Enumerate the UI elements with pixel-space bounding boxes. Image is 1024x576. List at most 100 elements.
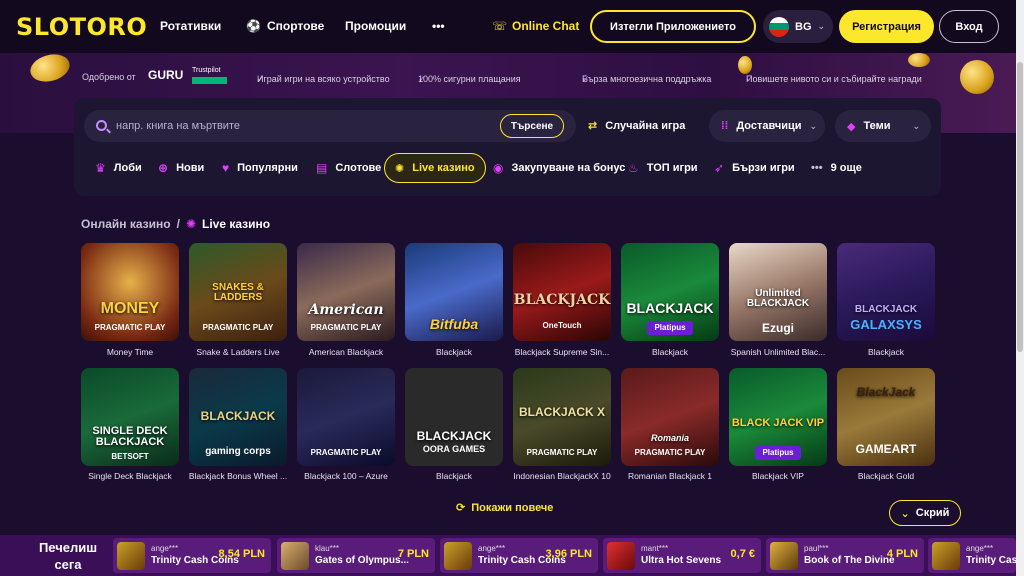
slotoro-logo[interactable]: SLOTORO (16, 13, 147, 41)
language-selector[interactable]: BG ⌄ (763, 10, 833, 43)
game-title: Blackjack (436, 347, 472, 357)
winner-item[interactable]: mant*** Ultra Hot Sevens 0,7 € (603, 538, 761, 573)
register-button[interactable]: Регистрация (839, 10, 934, 43)
game-title: Snake & Ladders Live (196, 347, 280, 357)
login-button[interactable]: Вход (939, 10, 999, 43)
game-title: Single Deck Blackjack (88, 471, 172, 481)
more-menu-button[interactable]: ••• (432, 19, 445, 33)
casino-guru-logo: GURU (148, 68, 184, 82)
winner-item[interactable]: ange*** Trinity Cash Coins 8,54 PLN (113, 538, 271, 573)
live-icon: ✺ (185, 217, 196, 231)
game-tile-romanian-blackjack[interactable]: Romania PRAGMATIC PLAY (621, 368, 719, 466)
game-thumbnail (281, 541, 309, 570)
game-thumbnail (770, 541, 798, 570)
trophy-icon: ♛ (95, 161, 106, 175)
coin-decoration (960, 60, 994, 94)
game-tile-blackjack-supreme[interactable]: BLACKJACK OneTouch (513, 243, 611, 341)
category-more[interactable]: ••• 9 още (801, 153, 872, 183)
game-title: Money Time (106, 347, 154, 357)
providers-dropdown[interactable]: ⁞⁞ Доставчици ⌄ (709, 110, 825, 142)
winner-item[interactable]: ange*** Trinity Cash Coins 3,96 PLN (440, 538, 598, 573)
breadcrumb-current: Live казино (202, 217, 271, 231)
nav-sports[interactable]: ⚽ Спортове (246, 19, 324, 33)
game-thumbnail (932, 541, 960, 570)
nav-slots[interactable]: Ротативки (160, 19, 221, 33)
coin-decoration (908, 53, 930, 67)
trustpilot-logo: Trustpilot (192, 67, 221, 74)
bulgaria-flag-icon (769, 16, 789, 37)
game-title: Spanish Unlimited Blac... (730, 347, 826, 357)
game-tile-blackjack-bonus-wheel[interactable]: BLACKJACK gaming corps (189, 368, 287, 466)
game-title: Blackjack Supreme Sin... (514, 347, 610, 357)
breadcrumb-online-casino[interactable]: Онлайн казино (81, 217, 171, 231)
game-tile-money-time[interactable]: MONEY PRAGMATIC PLAY (81, 243, 179, 341)
provider-badge: Platipus (755, 446, 801, 460)
winner-item[interactable]: klau*** Gates of Olympus... 7 PLN (277, 538, 435, 573)
category-fast-games[interactable]: ➶ Бързи игри (704, 153, 805, 183)
nav-promotions[interactable]: Промоции (345, 19, 406, 33)
search-button[interactable]: Търсене (500, 114, 564, 138)
game-tile-blackjack-galaxsys[interactable]: BLACKJACK GALAXSYS (837, 243, 935, 341)
game-thumbnail (607, 541, 635, 570)
chevron-down-icon: ⌄ (809, 120, 818, 131)
winner-item[interactable]: ange*** Trinity Cas (928, 538, 1016, 573)
game-tile-blackjack-oora[interactable]: BLACKJACK OORA GAMES (405, 368, 503, 466)
shapes-icon: ◆ (847, 120, 856, 133)
game-title: Blackjack (652, 347, 688, 357)
game-tile-blackjack-bitfuba[interactable]: Bitfuba (405, 243, 503, 341)
game-tile-spanish-unlimited[interactable]: Unlimited BLACKJACK Ezugi (729, 243, 827, 341)
game-tile-single-deck[interactable]: SINGLE DECK BLACKJACK BETSOFT (81, 368, 179, 466)
themes-dropdown[interactable]: ◆ Теми ⌄ (835, 110, 931, 142)
online-chat-link[interactable]: ☏ Online Chat (492, 19, 579, 33)
heart-icon: ♥ (222, 161, 230, 175)
winners-title: Печелиш сега (38, 540, 98, 572)
category-popular[interactable]: ♥ Популярни (212, 153, 308, 183)
hide-button[interactable]: ⌄ Скрий (889, 500, 961, 526)
breadcrumb: Онлайн казино / ✺ Live казино (81, 217, 271, 231)
slot-machine-icon: ▤ (316, 161, 328, 175)
game-tile-blackjack-vip[interactable]: BLACK JACK VIP Platipus (729, 368, 827, 466)
category-lobby[interactable]: ♛ Лоби (85, 153, 152, 183)
scrollbar-thumb[interactable] (1017, 62, 1023, 352)
shuffle-icon: ⇄ (588, 120, 598, 132)
game-tile-snakes-ladders[interactable]: SNAKES & LADDERS PRAGMATIC PLAY (189, 243, 287, 341)
game-tile-blackjack-azure[interactable]: PRAGMATIC PLAY (297, 368, 395, 466)
game-tile-blackjack-gold[interactable]: BlackJack GAMEART (837, 368, 935, 466)
flame-icon: ♨ (628, 161, 639, 175)
top-navigation-bar: SLOTORO Ротативки ⚽ Спортове Промоции ••… (0, 0, 1016, 53)
grid-icon: ⁞⁞ (721, 120, 729, 132)
trust-badges-row: Одобрено от GURU Trustpilot ✓ Играй игри … (82, 67, 922, 84)
chat-icon: ☏ (492, 19, 508, 33)
game-title: Blackjack (436, 471, 472, 481)
soccer-ball-icon: ⚽ (246, 19, 261, 33)
game-title: Indonesian BlackjackX 10 (513, 471, 611, 481)
category-bonus-buy[interactable]: ◉ Закупуване на бонус (483, 153, 635, 183)
game-title: American Blackjack (308, 347, 384, 357)
trustpilot-stars-icon (192, 77, 227, 84)
game-title: Blackjack (868, 347, 904, 357)
game-thumbnail (444, 541, 472, 570)
game-tile-american-blackjack[interactable]: American PRAGMATIC PLAY (297, 243, 395, 341)
category-new[interactable]: ⊕ Нови (148, 153, 214, 183)
search-icon (96, 120, 107, 131)
refresh-icon: ⟳ (456, 502, 466, 514)
category-top-games[interactable]: ♨ ТОП игри (618, 153, 708, 183)
bonus-icon: ◉ (493, 161, 504, 175)
game-title: Romanian Blackjack 1 (627, 471, 713, 481)
category-slots[interactable]: ▤ Слотове (306, 153, 391, 183)
game-title: Blackjack Bonus Wheel ... (188, 471, 288, 481)
more-dots-icon: ••• (811, 162, 823, 174)
game-title: Blackjack 100 – Azure (304, 471, 388, 481)
game-tile-blackjack-platipus[interactable]: BLACKJACK Platipus (621, 243, 719, 341)
download-app-button[interactable]: Изтегли Приложението (590, 10, 756, 43)
category-live-casino[interactable]: ✺ Live казино (384, 153, 486, 183)
show-more-button[interactable]: ⟳ Покажи повече (456, 501, 553, 515)
winner-item[interactable]: paul*** Book of The Divine 4 PLN (766, 538, 924, 573)
chevron-down-icon: ⌄ (900, 507, 910, 520)
random-game-button[interactable]: ⇄ Случайна игра (588, 119, 685, 133)
game-title: Blackjack VIP (752, 471, 804, 481)
game-tile-indonesian-blackjack[interactable]: BLACKJACK X PRAGMATIC PLAY (513, 368, 611, 466)
plus-circle-icon: ⊕ (158, 161, 169, 175)
live-icon: ✺ (395, 162, 405, 175)
game-thumbnail (117, 541, 145, 570)
